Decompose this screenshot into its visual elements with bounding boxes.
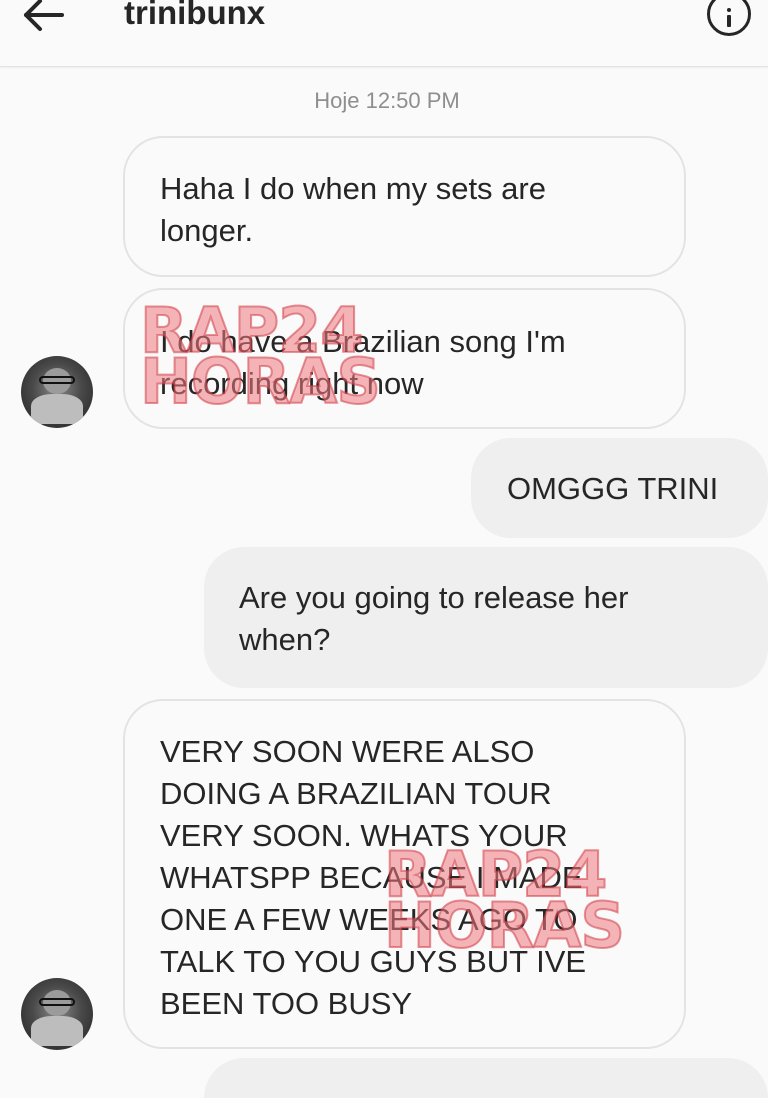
- chat-username[interactable]: trinibunx: [124, 0, 265, 32]
- message-line: OMGGG TRINI: [507, 471, 719, 506]
- chat-header: trinibunx: [0, 0, 768, 67]
- message-line: BEEN TOO BUSY: [160, 986, 413, 1021]
- message-line: Haha I do when my sets are: [160, 171, 546, 206]
- message-bubble-incoming[interactable]: VERY SOON WERE ALSO DOING A BRAZILIAN TO…: [123, 699, 686, 1049]
- message-timestamp: Hoje 12:50 PM: [314, 88, 460, 113]
- message-bubble-incoming[interactable]: Haha I do when my sets are longer.: [123, 136, 686, 277]
- message-line: ONE A FEW WEEKS AGO TO: [160, 902, 578, 937]
- info-button[interactable]: [707, 0, 751, 36]
- message-line: I do have a Brazilian song I'm: [160, 324, 566, 359]
- message-line: VERY SOON. WHATS YOUR: [160, 818, 568, 853]
- message-line: VERY SOON WERE ALSO: [160, 734, 535, 769]
- message-bubble-outgoing-partial[interactable]: [204, 1058, 768, 1098]
- message-line: recording right now: [160, 366, 424, 401]
- sender-avatar[interactable]: [21, 978, 93, 1050]
- message-line: longer.: [160, 213, 254, 248]
- back-button[interactable]: [22, 0, 66, 34]
- message-bubble-outgoing[interactable]: OMGGG TRINI: [471, 438, 768, 538]
- message-bubble-outgoing[interactable]: Are you going to release her when?: [204, 547, 768, 688]
- message-line: WHATSPP BECAUSE I MADE: [160, 860, 583, 895]
- sender-avatar[interactable]: [21, 356, 93, 428]
- message-bubble-incoming[interactable]: I do have a Brazilian song I'm recording…: [123, 288, 686, 429]
- message-line: Are you going to release her: [239, 580, 629, 615]
- message-line: TALK TO YOU GUYS BUT IVE: [160, 944, 587, 979]
- message-line: when?: [239, 622, 331, 657]
- arrow-left-icon: [24, 0, 64, 31]
- message-line: DOING A BRAZILIAN TOUR: [160, 776, 552, 811]
